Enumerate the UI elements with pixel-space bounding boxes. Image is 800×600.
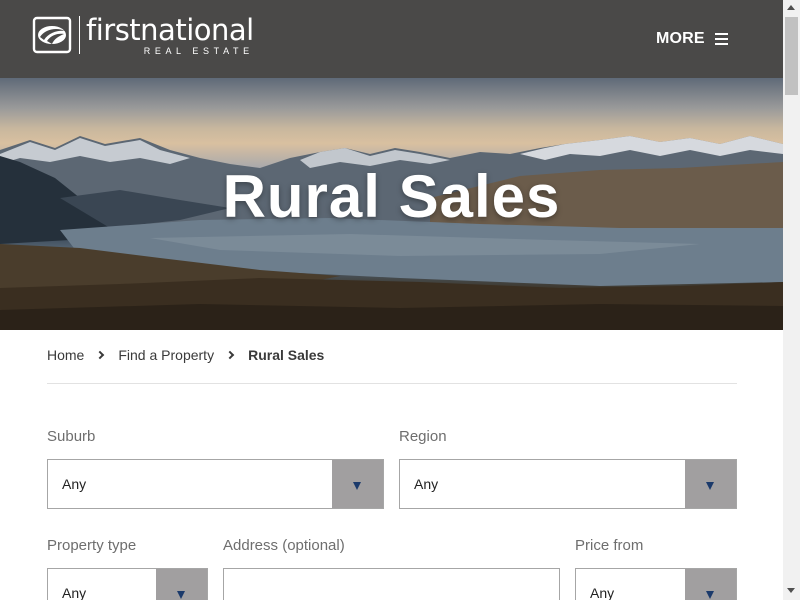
suburb-select-value: Any	[62, 476, 87, 492]
price-from-select-value: Any	[590, 585, 615, 600]
more-label: MORE	[656, 30, 705, 47]
suburb-dropdown-toggle[interactable]	[332, 460, 383, 508]
logo[interactable]: firstnational REAL ESTATE	[31, 15, 254, 57]
breadcrumb-divider	[47, 383, 737, 384]
more-menu-button[interactable]: MORE	[656, 28, 728, 50]
breadcrumb-current: Rural Sales	[248, 347, 325, 363]
suburb-label: Suburb	[47, 428, 96, 445]
page: firstnational REAL ESTATE MORE Rural Sal…	[0, 0, 783, 600]
breadcrumb-find-a-property[interactable]: Find a Property	[118, 347, 214, 363]
price-from-label: Price from	[575, 537, 644, 554]
logo-divider	[79, 16, 80, 54]
site-header: firstnational REAL ESTATE MORE	[0, 0, 783, 78]
hamburger-menu-icon	[714, 33, 728, 45]
page-title: Rural Sales	[222, 163, 561, 230]
region-dropdown-toggle[interactable]	[685, 460, 736, 508]
logo-wordmark: firstnational	[86, 13, 254, 47]
caret-down-icon	[706, 591, 714, 599]
breadcrumb-home[interactable]: Home	[47, 347, 84, 363]
suburb-select[interactable]: Any	[47, 459, 384, 509]
chevron-right-icon	[96, 350, 105, 360]
scroll-down-arrow-icon[interactable]	[787, 588, 795, 593]
logo-mark-icon	[32, 16, 72, 54]
property-type-label: Property type	[47, 537, 137, 554]
caret-down-icon	[706, 482, 714, 490]
chevron-right-icon	[225, 350, 235, 360]
breadcrumb: Home Find a Property Rural Sales	[47, 347, 324, 363]
address-label: Address (optional)	[223, 537, 345, 554]
price-from-select[interactable]: Any	[575, 568, 737, 600]
hero-banner: Rural Sales	[0, 78, 783, 330]
vertical-scrollbar[interactable]	[783, 0, 800, 600]
property-type-select-value: Any	[62, 585, 87, 600]
region-select[interactable]: Any	[399, 459, 737, 509]
scrollbar-thumb[interactable]	[785, 17, 798, 95]
property-type-dropdown-toggle[interactable]	[156, 569, 207, 600]
address-input[interactable]	[223, 568, 560, 600]
property-type-select[interactable]: Any	[47, 568, 208, 600]
region-select-value: Any	[414, 476, 439, 492]
caret-down-icon	[177, 591, 185, 599]
logo-text: firstnational REAL ESTATE	[86, 15, 254, 56]
price-from-dropdown-toggle[interactable]	[685, 569, 736, 600]
region-label: Region	[399, 428, 447, 445]
scroll-up-arrow-icon[interactable]	[787, 5, 795, 10]
caret-down-icon	[353, 482, 361, 490]
logo-tagline: REAL ESTATE	[143, 46, 254, 56]
